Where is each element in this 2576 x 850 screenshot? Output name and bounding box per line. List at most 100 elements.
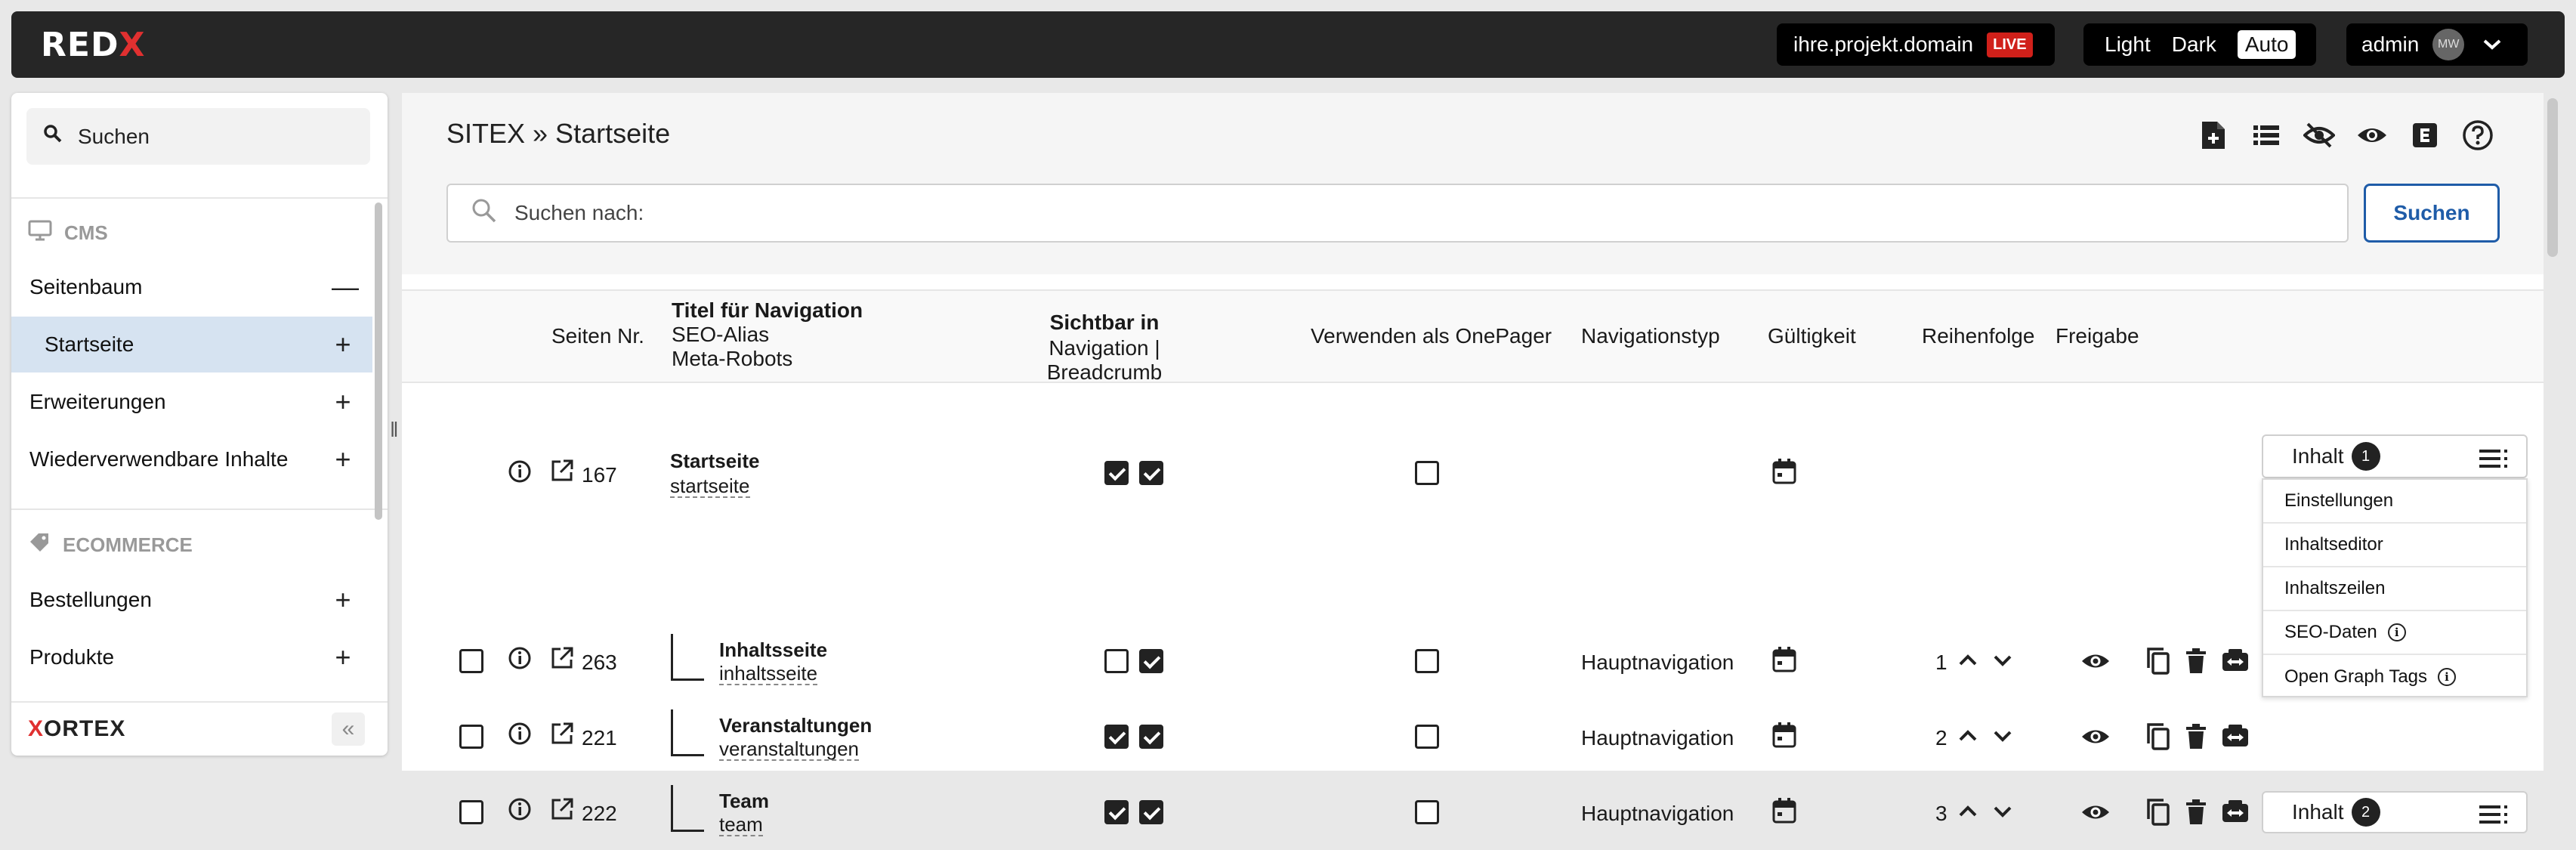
open-external-icon[interactable] — [550, 797, 574, 825]
move-up-icon[interactable] — [1958, 805, 1978, 822]
calendar-icon[interactable] — [1771, 797, 1797, 828]
domain-indicator[interactable]: ihre.projekt.domain LIVE — [1777, 23, 2055, 66]
info-icon[interactable] — [508, 459, 532, 487]
main-scrollbar[interactable] — [2547, 98, 2558, 257]
breadcrumb-visible-checkbox[interactable] — [1139, 725, 1163, 749]
column-release[interactable]: Freigabe — [2056, 324, 2139, 348]
move-icon[interactable] — [2221, 724, 2250, 753]
visibility-icon[interactable] — [2080, 726, 2111, 751]
collapse-sidebar-button[interactable]: « — [332, 712, 365, 746]
column-navtype[interactable]: Navigationstyp — [1581, 324, 1720, 348]
domain-label: ihre.projekt.domain — [1793, 32, 1974, 56]
count-badge: 2 — [2351, 798, 2380, 827]
nav-visible-checkbox[interactable] — [1104, 461, 1129, 485]
menu-item-inhaltszeilen[interactable]: Inhaltszeilen — [2263, 567, 2526, 611]
help-icon[interactable] — [2461, 119, 2494, 152]
theme-light-option[interactable]: Light — [2105, 32, 2151, 57]
new-page-icon[interactable] — [2197, 119, 2230, 152]
sidebar-item-seitenbaum[interactable]: Seitenbaum — — [11, 259, 372, 315]
copy-icon[interactable] — [2145, 647, 2171, 679]
sidebar-item-startseite[interactable]: Startseite + — [11, 317, 372, 372]
move-up-icon[interactable] — [1958, 729, 1978, 746]
redx-logo[interactable]: REDX — [41, 26, 145, 64]
move-down-icon[interactable] — [1993, 805, 2012, 822]
move-icon[interactable] — [2221, 799, 2250, 829]
breadcrumb-visible-checkbox[interactable] — [1139, 800, 1163, 824]
search-icon — [43, 124, 63, 149]
column-visible[interactable]: Sichtbar in — [991, 311, 1218, 335]
move-down-icon[interactable] — [1993, 654, 2012, 671]
delete-icon[interactable] — [2185, 648, 2207, 678]
expand-icon[interactable]: + — [332, 329, 354, 360]
delete-icon[interactable] — [2185, 799, 2207, 830]
page-title-link[interactable]: Veranstaltungen — [719, 714, 872, 737]
preview-icon[interactable] — [2355, 119, 2389, 152]
user-menu[interactable]: admin MW — [2346, 23, 2528, 66]
column-validity[interactable]: Gültigkeit — [1768, 324, 1856, 348]
move-up-icon[interactable] — [1958, 654, 1978, 671]
onepager-checkbox[interactable] — [1415, 649, 1439, 673]
nav-visible-checkbox[interactable] — [1104, 800, 1129, 824]
column-order[interactable]: Reihenfolge — [1922, 324, 2034, 348]
menu-item-inhaltseditor[interactable]: Inhaltseditor — [2263, 524, 2526, 567]
move-down-icon[interactable] — [1993, 729, 2012, 746]
column-title[interactable]: Titel für Navigation — [672, 298, 863, 323]
calendar-icon[interactable] — [1771, 722, 1797, 753]
sidebar-scrollbar[interactable] — [375, 202, 382, 520]
sidebar-item-produkte[interactable]: Produkte + — [11, 629, 372, 685]
page-number: 167 — [582, 463, 617, 487]
row-select-checkbox[interactable] — [459, 649, 483, 673]
visibility-icon[interactable] — [2080, 802, 2111, 827]
copy-icon[interactable] — [2145, 798, 2171, 830]
open-external-icon[interactable] — [550, 722, 574, 750]
menu-item-einstellungen[interactable]: Einstellungen — [2263, 480, 2526, 524]
info-icon[interactable] — [508, 646, 532, 674]
open-external-icon[interactable] — [550, 459, 574, 487]
copy-icon[interactable] — [2145, 722, 2171, 755]
expand-icon[interactable]: + — [332, 641, 354, 673]
breadcrumb-visible-checkbox[interactable] — [1139, 649, 1163, 673]
page-title-link[interactable]: Team — [719, 790, 769, 813]
collapse-icon[interactable]: — — [332, 271, 359, 303]
expand-icon[interactable]: + — [332, 444, 354, 475]
page-title-link[interactable]: Startseite — [670, 450, 760, 473]
calendar-icon[interactable] — [1771, 458, 1797, 489]
expand-icon[interactable]: + — [332, 386, 354, 418]
row-select-checkbox[interactable] — [459, 800, 483, 824]
sidebar-section-ecommerce: ECOMMERCE — [28, 531, 193, 559]
nav-visible-checkbox[interactable] — [1104, 725, 1129, 749]
search-button[interactable]: Suchen — [2364, 184, 2500, 243]
visibility-icon[interactable] — [2080, 651, 2111, 675]
column-page-nr[interactable]: Seiten Nr. — [551, 324, 644, 348]
move-icon[interactable] — [2221, 648, 2250, 678]
sidebar-search-input[interactable]: Suchen — [26, 108, 370, 165]
sidebar-item-bestellungen[interactable]: Bestellungen + — [11, 572, 372, 628]
visibility-off-icon[interactable] — [2303, 119, 2336, 152]
info-icon[interactable] — [508, 722, 532, 750]
delete-icon[interactable] — [2185, 723, 2207, 754]
page-title-link[interactable]: Inhaltsseite — [719, 638, 827, 662]
calendar-icon[interactable] — [1771, 646, 1797, 677]
expand-icon[interactable]: + — [332, 584, 354, 616]
sidebar-item-erweiterungen[interactable]: Erweiterungen + — [11, 374, 372, 430]
resize-handle[interactable]: ‖ — [390, 418, 399, 442]
page-search-input[interactable]: Suchen nach: — [446, 184, 2349, 243]
menu-item-seo-daten[interactable]: SEO-Daten i — [2263, 611, 2526, 655]
theme-dark-option[interactable]: Dark — [2172, 32, 2216, 57]
onepager-checkbox[interactable] — [1415, 461, 1439, 485]
open-external-icon[interactable] — [550, 646, 574, 674]
sidebar-item-wiederverwendbare-inhalte[interactable]: Wiederverwendbare Inhalte + — [11, 431, 372, 487]
breadcrumb-visible-checkbox[interactable] — [1139, 461, 1163, 485]
list-view-icon[interactable] — [2250, 119, 2283, 152]
onepager-checkbox[interactable] — [1415, 725, 1439, 749]
theme-auto-option[interactable]: Auto — [2237, 30, 2296, 59]
nav-visible-checkbox[interactable] — [1104, 649, 1129, 673]
onepager-checkbox[interactable] — [1415, 800, 1439, 824]
row-select-checkbox[interactable] — [459, 725, 483, 749]
column-onepager[interactable]: Verwenden als OnePager — [1311, 324, 1552, 348]
content-dropdown[interactable]: Inhalt 2 — [2262, 791, 2528, 833]
export-icon[interactable] — [2408, 119, 2442, 152]
info-icon[interactable] — [508, 797, 532, 825]
content-dropdown[interactable]: Inhalt 1 — [2262, 434, 2528, 478]
menu-item-open-graph-tags[interactable]: Open Graph Tags i — [2263, 655, 2526, 699]
